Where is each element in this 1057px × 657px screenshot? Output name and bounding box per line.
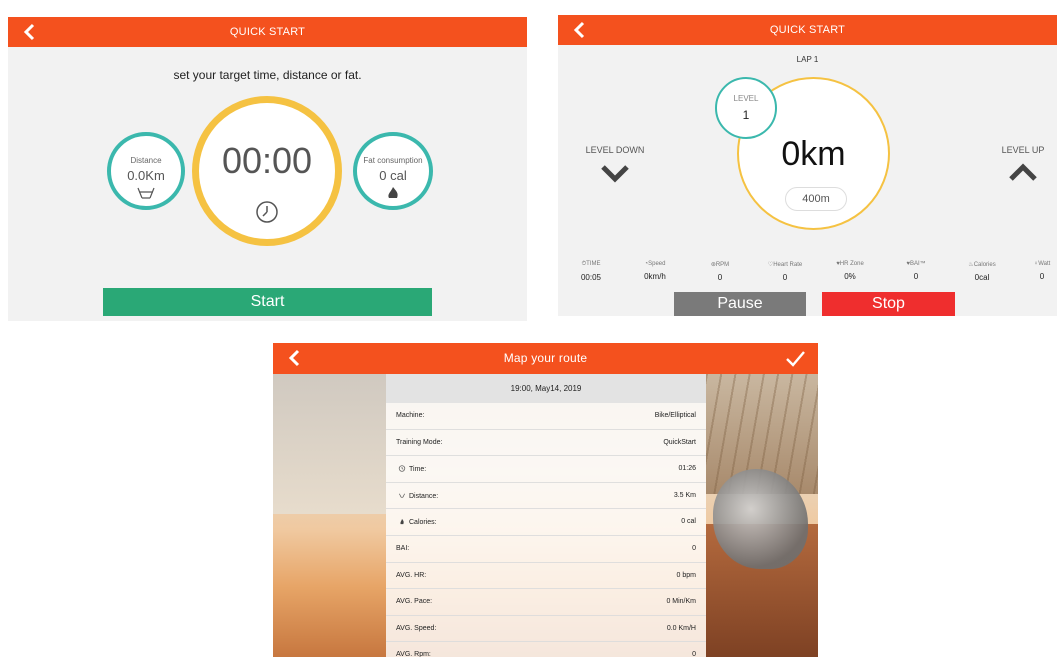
stat-calories-label: ♨Calories	[968, 262, 996, 268]
stat-speed: ◔Speed 0km/h	[624, 261, 686, 281]
header-bar: Map your route	[273, 343, 818, 374]
stat-watt-value: 0	[1039, 272, 1045, 281]
lap-distance-value: 400m	[785, 187, 847, 211]
row-value: QuickStart	[663, 438, 696, 446]
distance-label: Distance	[130, 156, 162, 165]
level-up-button[interactable]: LEVEL UP	[988, 145, 1057, 195]
row-key: AVG. HR:	[396, 571, 427, 579]
stat-bai-value: 0	[913, 272, 919, 281]
level-label: LEVEL	[733, 94, 759, 103]
row-value: 0	[692, 545, 696, 552]
level-down-button[interactable]: LEVEL DOWN	[580, 145, 650, 195]
level-down-label: LEVEL DOWN	[585, 145, 645, 155]
summary-row-time: Time: 01:26	[386, 456, 706, 483]
summary-panel: 19:00, May14, 2019 Machine: Bike/Ellipti…	[386, 374, 706, 657]
header-bar: QUICK START	[558, 15, 1057, 45]
distance-value: 0km	[781, 135, 846, 173]
stat-watt: ♀Watt 0	[1011, 261, 1057, 281]
row-value: 0 cal	[681, 518, 696, 526]
row-key: AVG. Speed:	[396, 624, 437, 632]
map-your-route-screen: Map your route 19:00, May14, 2019 Machin…	[273, 343, 818, 657]
row-value: Bike/Elliptical	[654, 412, 696, 419]
row-key: BAI:	[396, 545, 410, 552]
stat-heart-rate: ♡Heart Rate 0	[754, 261, 816, 282]
background-left	[273, 374, 386, 514]
stat-calories: ♨Calories 0cal	[951, 261, 1013, 282]
stat-time-label: ⏱TIME	[581, 261, 601, 267]
page-title: QUICK START	[229, 26, 306, 38]
row-value: 3.5 Km	[673, 491, 696, 499]
row-value: 0.0 Km/H	[666, 624, 696, 632]
fat-label: Fat consumption	[363, 156, 423, 165]
fat-target-dial[interactable]: Fat consumption 0 cal	[353, 132, 433, 210]
summary-row-machine: Machine: Bike/Elliptical	[386, 403, 706, 430]
road-icon	[137, 187, 155, 199]
quick-start-workout-screen: QUICK START LAP 1 0km 400m LEVEL 1 LEVEL…	[558, 15, 1057, 316]
road-icon	[399, 493, 405, 498]
row-value: 0 bpm	[676, 571, 696, 579]
row-key: AVG. Pace:	[396, 598, 433, 606]
check-icon[interactable]	[784, 348, 806, 370]
summary-row-avg-rpm: AVG. Rpm: 0	[386, 642, 706, 657]
start-button[interactable]: Start	[103, 288, 432, 316]
stat-watt-label: ♀Watt	[1033, 261, 1051, 267]
chevron-up-icon	[1009, 163, 1037, 181]
time-target-dial[interactable]: 00:00	[192, 96, 342, 246]
summary-row-avg-hr: AVG. HR: 0 bpm	[386, 563, 706, 590]
fat-value: 0 cal	[379, 168, 407, 183]
stat-rpm-label: ⊛RPM	[710, 262, 730, 268]
timer-value: 00:00	[221, 140, 313, 181]
level-dial: LEVEL 1	[715, 77, 777, 139]
stat-speed-value: 0km/h	[644, 272, 666, 281]
summary-row-avg-speed: AVG. Speed: 0.0 Km/H	[386, 616, 706, 643]
level-up-label: LEVEL UP	[1001, 145, 1045, 155]
row-key: Machine:	[396, 412, 425, 419]
flame-icon	[400, 519, 404, 525]
clock-icon	[256, 201, 278, 223]
stat-bai: ♥BAI™ 0	[885, 261, 947, 281]
stat-speed-label: ◔Speed	[644, 261, 666, 267]
stat-calories-value: 0cal	[974, 273, 990, 282]
distance-target-dial[interactable]: Distance 0.0Km	[107, 132, 185, 210]
row-key: Time:	[398, 465, 426, 473]
stat-rpm-value: 0	[717, 273, 723, 282]
stat-rpm: ⊛RPM 0	[689, 261, 751, 282]
distance-value: 0.0Km	[127, 168, 165, 183]
stat-bai-label: ♥BAI™	[906, 261, 926, 267]
stats-bar: ⏱TIME 00:05 ◔Speed 0km/h ⊛RPM 0 ♡Heart R…	[558, 261, 1057, 289]
stat-hr-zone: ♥HR Zone 0%	[819, 261, 881, 281]
page-title: QUICK START	[769, 24, 846, 36]
summary-row-training-mode: Training Mode: QuickStart	[386, 430, 706, 457]
chevron-down-icon	[601, 165, 629, 183]
quick-start-setup-screen: QUICK START set your target time, distan…	[8, 17, 527, 321]
row-key: AVG. Rpm:	[396, 651, 431, 657]
lap-label: LAP 1	[796, 55, 819, 64]
clock-icon	[398, 465, 406, 472]
stat-time-value: 00:05	[580, 273, 602, 282]
level-value: 1	[742, 108, 750, 122]
summary-row-bai: BAI: 0	[386, 536, 706, 563]
summary-row-distance: Distance: 3.5 Km	[386, 483, 706, 510]
stat-hr-zone-label: ♥HR Zone	[836, 261, 864, 267]
header-bar: QUICK START	[8, 17, 527, 47]
target-prompt: set your target time, distance or fat.	[173, 68, 362, 82]
summary-row-calories: Calories: 0 cal	[386, 509, 706, 536]
workout-date: 19:00, May14, 2019	[386, 374, 706, 403]
row-key: Training Mode:	[396, 438, 443, 446]
flame-icon	[388, 187, 398, 198]
stat-heart-rate-value: 0	[782, 273, 788, 282]
summary-row-avg-pace: AVG. Pace: 0 Min/Km	[386, 589, 706, 616]
row-value: 0 Min/Km	[666, 598, 696, 606]
row-value: 0	[692, 651, 696, 657]
row-key: Distance:	[398, 492, 438, 500]
stat-time: ⏱TIME 00:05	[560, 261, 622, 282]
stat-hr-zone-value: 0%	[844, 272, 856, 281]
stat-heart-rate-label: ♡Heart Rate	[767, 262, 803, 268]
pause-button[interactable]: Pause	[674, 292, 806, 316]
row-key: Calories:	[398, 518, 437, 526]
row-value: 01:26	[678, 465, 696, 473]
page-title: Map your route	[503, 351, 588, 365]
stop-button[interactable]: Stop	[822, 292, 955, 316]
